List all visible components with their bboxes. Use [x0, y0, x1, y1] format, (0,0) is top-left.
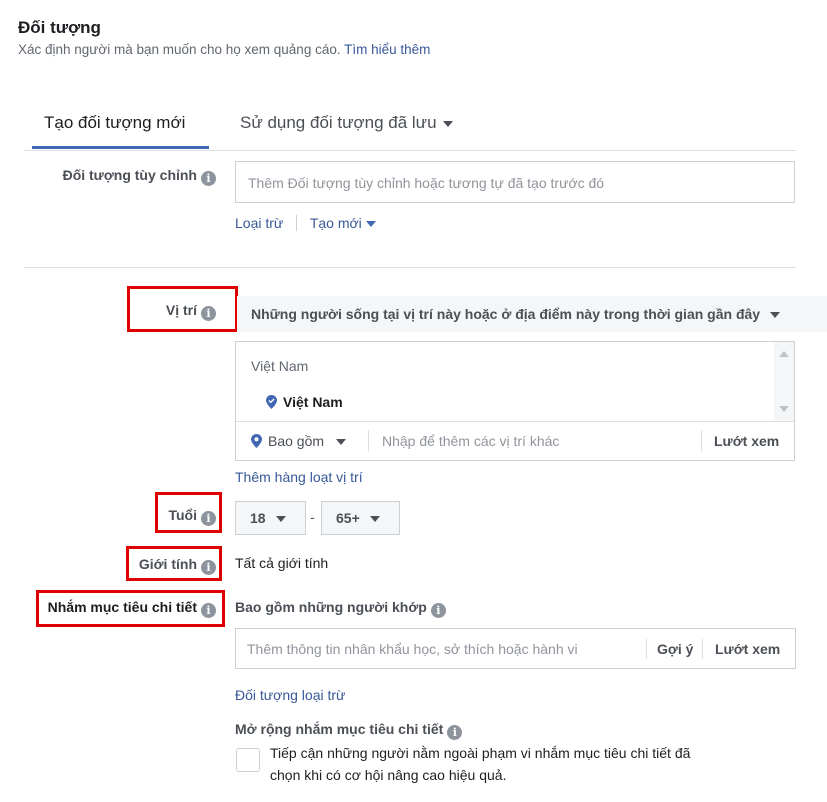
- include-dropdown[interactable]: Bao gồm: [251, 433, 347, 449]
- info-icon[interactable]: i: [447, 725, 463, 740]
- suggestions-button[interactable]: Gợi ý: [657, 641, 693, 657]
- selected-location-item[interactable]: Việt Nam: [266, 394, 343, 410]
- field-separator: [701, 430, 702, 452]
- field-separator: [702, 639, 703, 659]
- description-line: chọn khi có cơ hội nâng cao hiệu quả.: [270, 767, 507, 783]
- include-text: Bao gồm: [268, 433, 325, 449]
- info-icon[interactable]: i: [201, 560, 216, 575]
- field-separator: [646, 639, 647, 659]
- tab-saved-audience[interactable]: Sử dụng đối tượng đã lưu: [228, 113, 465, 149]
- description-line: Tiếp cận những người nằm ngoài phạm vi n…: [270, 745, 691, 761]
- age-label: Tuổi i: [168, 507, 216, 526]
- age-min-value: 18: [250, 510, 266, 526]
- custom-audience-actions: Loại trừ Tạo mới: [235, 215, 376, 231]
- caret-down-icon: [770, 312, 781, 319]
- age-max-dropdown[interactable]: 65+: [321, 501, 400, 535]
- info-icon[interactable]: i: [201, 511, 216, 526]
- scroll-down-icon[interactable]: [779, 406, 789, 412]
- location-label: Vị trí i: [166, 302, 216, 321]
- link-text: Tạo mới: [309, 215, 362, 231]
- label-text: Đối tượng tùy chỉnh: [62, 167, 197, 183]
- tab-label: Tạo đối tượng mới: [44, 113, 186, 132]
- subtitle-text: Xác định người mà bạn muốn cho họ xem qu…: [18, 42, 341, 57]
- link-separator: [296, 215, 298, 231]
- custom-audience-input[interactable]: Thêm Đối tượng tùy chỉnh hoặc tương tự đ…: [235, 161, 795, 203]
- label-text: Giới tính: [138, 556, 197, 572]
- location-list-scrollbar[interactable]: [774, 342, 794, 421]
- section-subtitle: Xác định người mà bạn muốn cho họ xem qu…: [18, 42, 430, 57]
- section-title: Đối tượng: [18, 18, 101, 37]
- detailed-targeting-input[interactable]: Thêm thông tin nhân khẩu học, sở thích h…: [235, 628, 796, 669]
- tab-create-new-audience[interactable]: Tạo đối tượng mới: [32, 113, 197, 149]
- field-separator: [368, 430, 369, 452]
- detailed-targeting-label: Nhắm mục tiêu chi tiết i: [48, 599, 216, 618]
- include-people-header: Bao gồm những người khớp i: [235, 599, 446, 618]
- expand-targeting-description: Tiếp cận những người nằm ngoài phạm vi n…: [270, 742, 690, 786]
- label-text: Vị trí: [165, 302, 197, 318]
- expand-targeting-checkbox[interactable]: [236, 748, 260, 772]
- create-new-link[interactable]: Tạo mới: [310, 215, 376, 231]
- scroll-up-icon[interactable]: [779, 351, 789, 357]
- label-text: Nhắm mục tiêu chi tiết: [47, 599, 197, 615]
- info-icon[interactable]: i: [201, 171, 216, 186]
- location-box: Việt Nam Việt Nam Bao gồm Nhập để thêm c…: [235, 341, 795, 461]
- age-min-dropdown[interactable]: 18: [235, 501, 306, 535]
- tab-label: Sử dụng đối tượng đã lưu: [240, 113, 437, 132]
- exclude-audience-link[interactable]: Đối tượng loại trừ: [235, 687, 345, 703]
- info-icon[interactable]: i: [201, 603, 216, 618]
- header-text: Bao gồm những người khớp: [235, 599, 427, 615]
- bulk-add-locations-link[interactable]: Thêm hàng loạt vị trí: [235, 469, 363, 485]
- section-divider: [24, 267, 796, 268]
- location-search-input[interactable]: Nhập để thêm các vị trí khác: [382, 433, 559, 449]
- caret-down-icon: [442, 120, 453, 127]
- label-text: Tuổi: [168, 507, 197, 523]
- caret-down-icon: [336, 439, 347, 446]
- input-placeholder: Thêm Đối tượng tùy chỉnh hoặc tương tự đ…: [248, 175, 605, 191]
- caret-down-icon: [365, 221, 376, 228]
- gender-value[interactable]: Tất cả giới tính: [235, 555, 328, 571]
- age-max-value: 65+: [336, 510, 360, 526]
- age-separator: -: [310, 509, 315, 525]
- location-name: Việt Nam: [283, 394, 343, 410]
- location-type-dropdown[interactable]: Những người sống tại vị trí này hoặc ở đ…: [237, 296, 827, 332]
- location-group-header: Việt Nam: [251, 358, 309, 374]
- exclude-link[interactable]: Loại trừ: [235, 215, 283, 231]
- active-tab-indicator: [32, 146, 209, 149]
- expand-targeting-title: Mở rộng nhắm mục tiêu chi tiết i: [235, 721, 463, 740]
- info-icon[interactable]: i: [201, 306, 216, 321]
- tab-divider: [24, 150, 796, 151]
- location-pin-icon: [251, 434, 262, 448]
- caret-down-icon: [369, 516, 380, 523]
- location-box-divider: [236, 421, 794, 422]
- title-text: Mở rộng nhắm mục tiêu chi tiết: [235, 721, 444, 737]
- location-pin-icon: [266, 395, 277, 409]
- browse-targeting-button[interactable]: Lướt xem: [715, 641, 780, 657]
- custom-audience-label: Đối tượng tùy chỉnh i: [63, 167, 216, 186]
- input-placeholder: Thêm thông tin nhân khẩu học, sở thích h…: [247, 641, 578, 657]
- browse-locations-button[interactable]: Lướt xem: [714, 433, 779, 449]
- caret-down-icon: [275, 516, 286, 523]
- info-icon[interactable]: i: [430, 603, 446, 618]
- dropdown-text: Những người sống tại vị trí này hoặc ở đ…: [251, 306, 761, 322]
- learn-more-link[interactable]: Tìm hiểu thêm: [344, 42, 430, 57]
- gender-label: Giới tính i: [139, 556, 216, 575]
